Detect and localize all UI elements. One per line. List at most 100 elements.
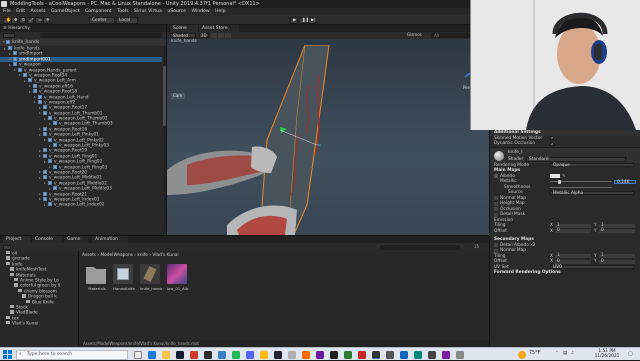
app-icon-dark[interactable] (386, 350, 394, 359)
tab-console[interactable]: Console (32, 236, 62, 243)
occlusion-slot[interactable] (494, 207, 498, 212)
2d-toggle[interactable]: 2D (199, 33, 209, 38)
skinned-motion-checkbox[interactable]: ✓ (550, 136, 554, 141)
secondary-offset-y-field[interactable]: 0 (599, 259, 635, 264)
breadcrumb-assets[interactable]: Assets (82, 253, 96, 258)
edge-icon[interactable] (148, 350, 156, 359)
menu-usource[interactable]: uSource (167, 9, 186, 14)
lighting-toggle[interactable] (211, 33, 217, 38)
dynamic-occlusion-checkbox[interactable]: ✓ (550, 141, 554, 146)
albedo-color-swatch[interactable] (550, 174, 560, 179)
breadcrumb-knife[interactable]: knife (137, 253, 148, 258)
unity-editor-taskbar-icon[interactable] (372, 350, 380, 359)
secondary-tiling-x-field[interactable]: 1 (555, 253, 591, 259)
asset-handsknife-prefab[interactable]: HandsKnife (113, 264, 135, 291)
menu-component[interactable]: Component (85, 9, 112, 14)
rendering-mode-dropdown[interactable]: Opaque (550, 163, 634, 168)
clock[interactable]: 1:51 PM 11/26/2021 (590, 349, 624, 359)
menu-tools[interactable]: Tools (117, 9, 128, 14)
discord-icon[interactable] (246, 350, 254, 359)
hierarchy-row[interactable]: ▸ v_weapon.Left_Index02 (0, 202, 162, 208)
project-search-input[interactable] (380, 244, 460, 250)
project-folder-item[interactable]: Vlad's Kunai (0, 321, 78, 326)
tray-chevron-icon[interactable]: ⌃ (555, 351, 559, 356)
shading-mode-dropdown[interactable]: Shaded (170, 33, 196, 38)
tab-animation[interactable]: Animation (92, 236, 128, 243)
menu-assets[interactable]: Assets (31, 9, 46, 14)
app-icon-red[interactable] (190, 350, 198, 359)
hierarchy-search-input[interactable] (40, 33, 162, 38)
albedo-texture-slot[interactable] (494, 174, 498, 179)
weather-sun-icon[interactable] (518, 350, 526, 359)
hierarchy-scroll-thumb[interactable] (163, 66, 166, 126)
hierarchy-breadcrumb[interactable]: ‹ knife_hands (0, 39, 166, 46)
scene-viewport[interactable]: Cam Persp (167, 45, 489, 235)
tiling-y-field[interactable]: 1 (599, 223, 635, 228)
pivot-center-toggle[interactable]: Center (89, 16, 115, 24)
asset-albedo-texture[interactable]: low_01_Alb... (167, 264, 189, 291)
app-icon-gray[interactable] (288, 350, 296, 359)
play-button[interactable]: ▶ (290, 16, 298, 24)
tab-project[interactable]: Project (3, 236, 30, 243)
volume-icon[interactable]: ♪ (571, 351, 574, 356)
rect-tool-button[interactable]: ▭ (35, 16, 42, 24)
breadcrumb-vlads-kunai[interactable]: Vlad's Kunai (152, 253, 178, 258)
knife-model[interactable] (167, 45, 489, 235)
windows-start-icon[interactable] (3, 350, 12, 359)
unity-hub-icon[interactable] (204, 350, 212, 359)
chrome-icon[interactable] (260, 350, 268, 359)
create-dropdown[interactable] (3, 33, 15, 38)
tab-game[interactable]: Game (64, 236, 88, 243)
app-icon-violet[interactable] (442, 350, 450, 359)
tab-scene[interactable]: Scene (170, 25, 198, 32)
effects-toggle[interactable] (225, 33, 231, 38)
detail-mask-slot[interactable] (494, 212, 498, 217)
offset-y-field[interactable]: 0 (599, 228, 635, 234)
spotify-icon[interactable] (232, 350, 240, 359)
secondary-tiling-y-field[interactable]: 1 (599, 253, 635, 259)
step-button[interactable]: ▶| (308, 16, 316, 24)
emission-checkbox[interactable] (550, 218, 554, 223)
detail-albedo-slot[interactable] (494, 243, 498, 248)
rotate-tool-button[interactable]: ↻ (19, 16, 26, 24)
app-icon-teal[interactable] (414, 350, 422, 359)
menu-edit[interactable]: Edit (16, 9, 25, 14)
steam-icon[interactable] (274, 350, 282, 359)
tiling-x-field[interactable]: 1 (555, 223, 591, 228)
taskbar-search-input[interactable]: ⌕ Type here to search (16, 349, 128, 360)
menu-help[interactable]: Help (215, 9, 225, 14)
menu-sirius-virtua[interactable]: Sirius Virtua (134, 9, 162, 14)
notification-icon[interactable]: ▢ (628, 351, 633, 357)
app-icon-purple[interactable] (316, 350, 324, 359)
asset-materials-folder[interactable]: Materials (86, 264, 108, 291)
menu-file[interactable]: File (3, 9, 11, 14)
file-explorer-icon[interactable] (162, 350, 170, 359)
normal-map-slot[interactable] (494, 196, 498, 201)
hierarchy-tab[interactable]: ≡ Hierarchy (0, 25, 166, 32)
gizmos-dropdown[interactable]: Gizmos (407, 33, 429, 38)
secondary-offset-x-field[interactable]: 0 (555, 259, 591, 264)
menu-gameobject[interactable]: GameObject (51, 9, 80, 14)
offset-x-field[interactable]: 0 (555, 228, 591, 234)
metallic-slider-handle[interactable] (557, 180, 561, 184)
hand-tool-button[interactable]: ✋ (3, 16, 11, 24)
uv-set-dropdown[interactable]: UV0 (550, 265, 634, 270)
tab-asset-store[interactable]: Asset Store (199, 25, 239, 32)
app-icon-red2[interactable] (358, 350, 366, 359)
create-asset-button[interactable] (3, 244, 11, 250)
breadcrumb-modelweapons[interactable]: ModelWeapons (100, 253, 133, 258)
pause-button[interactable]: ❚❚ (299, 16, 309, 24)
hierarchy-scrollbar[interactable] (163, 46, 166, 234)
metallic-value-field[interactable]: 0.146 (614, 179, 636, 184)
audio-toggle[interactable] (218, 33, 224, 38)
pivot-local-toggle[interactable]: Local (116, 16, 138, 24)
asset-knife-hands-model[interactable]: knife_hands (140, 264, 162, 291)
app-icon-green[interactable] (344, 350, 352, 359)
source-dropdown[interactable]: Metallic Alpha (550, 190, 634, 195)
visual-studio-icon[interactable] (218, 350, 226, 359)
store-icon[interactable] (176, 350, 184, 359)
height-map-slot[interactable] (494, 201, 498, 206)
transform-tool-button[interactable]: ⊕ (43, 16, 50, 24)
scale-tool-button[interactable]: ⤢ (27, 16, 34, 24)
app-icon-blue[interactable] (400, 350, 408, 359)
